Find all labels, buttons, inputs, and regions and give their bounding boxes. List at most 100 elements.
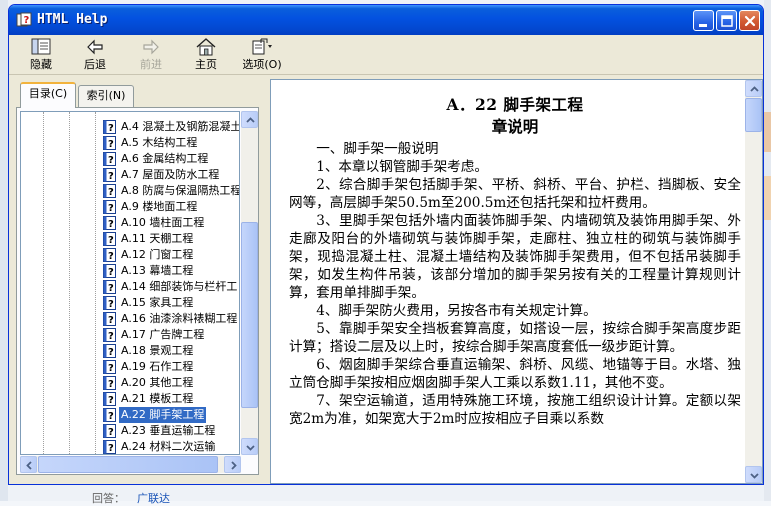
tree-item[interactable]: ? A.24 材料二次运输 [21, 439, 239, 454]
tab-index[interactable]: 索引(N) [78, 85, 134, 107]
topic-subtitle: 章说明 [491, 117, 539, 136]
tree-item[interactable]: ? A.13 幕墙工程 [21, 263, 239, 279]
options-button[interactable]: 选项(O) [237, 37, 287, 73]
svg-text:?: ? [108, 187, 114, 198]
back-button[interactable]: 后退 [73, 37, 117, 73]
maximize-icon [721, 15, 733, 27]
svg-text:?: ? [108, 203, 114, 214]
svg-text:?: ? [108, 155, 114, 166]
tree-item[interactable]: ? A.19 石作工程 [21, 359, 239, 375]
home-icon [196, 38, 216, 56]
paragraph: 1、本章以钢管脚手架考虑。 [316, 159, 488, 175]
help-topic-icon: ? [103, 184, 116, 198]
svg-text:?: ? [108, 139, 114, 150]
tree-item[interactable]: ? A.23 垂直运输工程 [21, 423, 239, 439]
help-topic-icon: ? [103, 312, 116, 326]
tree-item-label: A.21 模板工程 [121, 392, 194, 405]
tree-item[interactable]: ? A.14 细部装饰与栏杆工 [21, 279, 239, 295]
hide-pane-icon [31, 38, 51, 55]
footer-label: 回答： [92, 492, 125, 505]
tree-item-label: A.8 防腐与保温隔热工程 [121, 184, 240, 197]
svg-text:?: ? [108, 379, 114, 390]
forward-button[interactable]: 前进 [129, 37, 173, 73]
paragraph: 7、架空运输道，适用特殊施工环境，按施工组织设计计算。定额以架宽2m为准，如架宽… [289, 393, 741, 427]
close-icon [744, 15, 756, 27]
tree-item-label: A.7 屋面及防水工程 [121, 168, 220, 181]
tree-item-label: A.23 垂直运输工程 [121, 424, 216, 437]
svg-text:?: ? [108, 411, 114, 422]
topic-page: A．22 脚手架工程 章说明 一、脚手架一般说明 1、本章以钢管脚手架考虑。 2… [289, 94, 741, 428]
tree-hscroll-thumb[interactable] [38, 456, 218, 473]
content-scroll-up-button[interactable] [745, 80, 762, 97]
tree-item[interactable]: ? A.18 景观工程 [21, 343, 239, 359]
tree-item[interactable]: ? A.20 其他工程 [21, 375, 239, 391]
help-topic-icon: ? [103, 424, 116, 438]
tree-item-label: A.13 幕墙工程 [121, 264, 194, 277]
back-label: 后退 [84, 58, 106, 71]
help-topic-icon: ? [103, 136, 116, 150]
tree-item[interactable]: ? A.10 墙柱面工程 [21, 215, 239, 231]
tab-contents[interactable]: 目录(C) [20, 82, 76, 108]
topic-title: A．22 脚手架工程 [446, 95, 584, 114]
title-bar[interactable]: ? HTML Help [9, 5, 763, 35]
home-button[interactable]: 主页 [184, 37, 228, 73]
tree-item[interactable]: ? A.6 金属结构工程 [21, 151, 239, 167]
tree-item-label: A.5 木结构工程 [121, 136, 198, 149]
svg-text:?: ? [108, 443, 114, 454]
html-help-window: ? HTML Help 隐藏 后退 前进 主页 选项(O) 目录(C) 索引(N… [8, 4, 764, 485]
paragraph: 4、脚手架防火费用，另按各市有关规定计算。 [316, 303, 597, 319]
contents-tree: ? A.4 混凝土及钢筋混凝土? A.5 木结构工程? A.6 金属结构工程? A.7 … [20, 111, 240, 455]
options-icon [252, 38, 272, 55]
tree-item[interactable]: ? A.12 门窗工程 [21, 247, 239, 263]
paragraph: 5、靠脚手架安全挡板套算高度，如搭设一层，按综合脚手架高度步距计算；搭设二层及以… [289, 321, 741, 355]
tree-item[interactable]: ? A.15 家具工程 [21, 295, 239, 311]
tree-item-label: A.9 楼地面工程 [121, 200, 198, 213]
content-scroll-thumb[interactable] [745, 98, 762, 132]
content-vertical-scrollbar[interactable] [745, 80, 762, 483]
content-scroll-down-button[interactable] [745, 466, 762, 483]
minimize-icon [699, 24, 707, 27]
topic-content-pane[interactable]: A．22 脚手架工程 章说明 一、脚手架一般说明 1、本章以钢管脚手架考虑。 2… [270, 79, 763, 484]
arrow-down-icon [246, 445, 255, 451]
tree-item[interactable]: ? A.7 屋面及防水工程 [21, 167, 239, 183]
help-topic-icon: ? [103, 408, 116, 422]
background-left-strip [0, 0, 8, 501]
svg-text:?: ? [108, 315, 114, 326]
tree-item[interactable]: ? A.4 混凝土及钢筋混凝土 [21, 119, 239, 135]
tree-item[interactable]: ? A.22 脚手架工程 [21, 407, 239, 423]
tree-scroll-up-button[interactable] [241, 111, 258, 128]
tree-item[interactable]: ? A.16 油漆涂料裱糊工程 [21, 311, 239, 327]
tree-scroll-left-button[interactable] [20, 456, 37, 473]
maximize-button[interactable] [716, 10, 737, 31]
help-topic-icon: ? [103, 296, 116, 310]
tree-item[interactable]: ? A.8 防腐与保温隔热工程 [21, 183, 240, 199]
tree-item[interactable]: ? A.9 楼地面工程 [21, 199, 239, 215]
tree-item-label: A.20 其他工程 [121, 376, 194, 389]
arrow-down-icon [750, 473, 759, 479]
tree-scroll-thumb[interactable] [241, 222, 258, 408]
tree-vertical-scrollbar[interactable] [241, 111, 258, 455]
tree-scroll-right-button[interactable] [224, 456, 241, 473]
tree-item[interactable]: ? A.5 木结构工程 [21, 135, 239, 151]
options-label: 选项(O) [242, 58, 282, 71]
close-button[interactable] [739, 10, 760, 31]
help-topic-icon: ? [103, 360, 116, 374]
help-topic-icon: ? [103, 120, 116, 134]
svg-text:?: ? [108, 267, 114, 278]
paragraph: 2、综合脚手架包括脚手架、平桥、斜桥、平台、护栏、挡脚板、安全网等，高层脚手架5… [289, 177, 741, 211]
tree-item[interactable]: ? A.21 模板工程 [21, 391, 239, 407]
minimize-button[interactable] [693, 10, 714, 31]
help-app-icon: ? [16, 12, 32, 27]
tree-item[interactable]: ? A.17 广告牌工程 [21, 327, 239, 343]
svg-text:?: ? [24, 15, 30, 26]
tree-item-label: A.19 石作工程 [121, 360, 194, 373]
help-topic-icon: ? [103, 328, 116, 342]
hide-button[interactable]: 隐藏 [19, 37, 63, 73]
tree-item-label: A.14 细部装饰与栏杆工 [121, 280, 238, 293]
tree-item[interactable]: ? A.11 天棚工程 [21, 231, 239, 247]
tree-horizontal-scrollbar[interactable] [20, 456, 241, 473]
footer-link[interactable]: 广联达 [137, 492, 170, 505]
help-topic-icon: ? [103, 248, 116, 262]
arrow-up-icon [246, 117, 255, 123]
tree-scroll-down-button[interactable] [241, 438, 258, 455]
